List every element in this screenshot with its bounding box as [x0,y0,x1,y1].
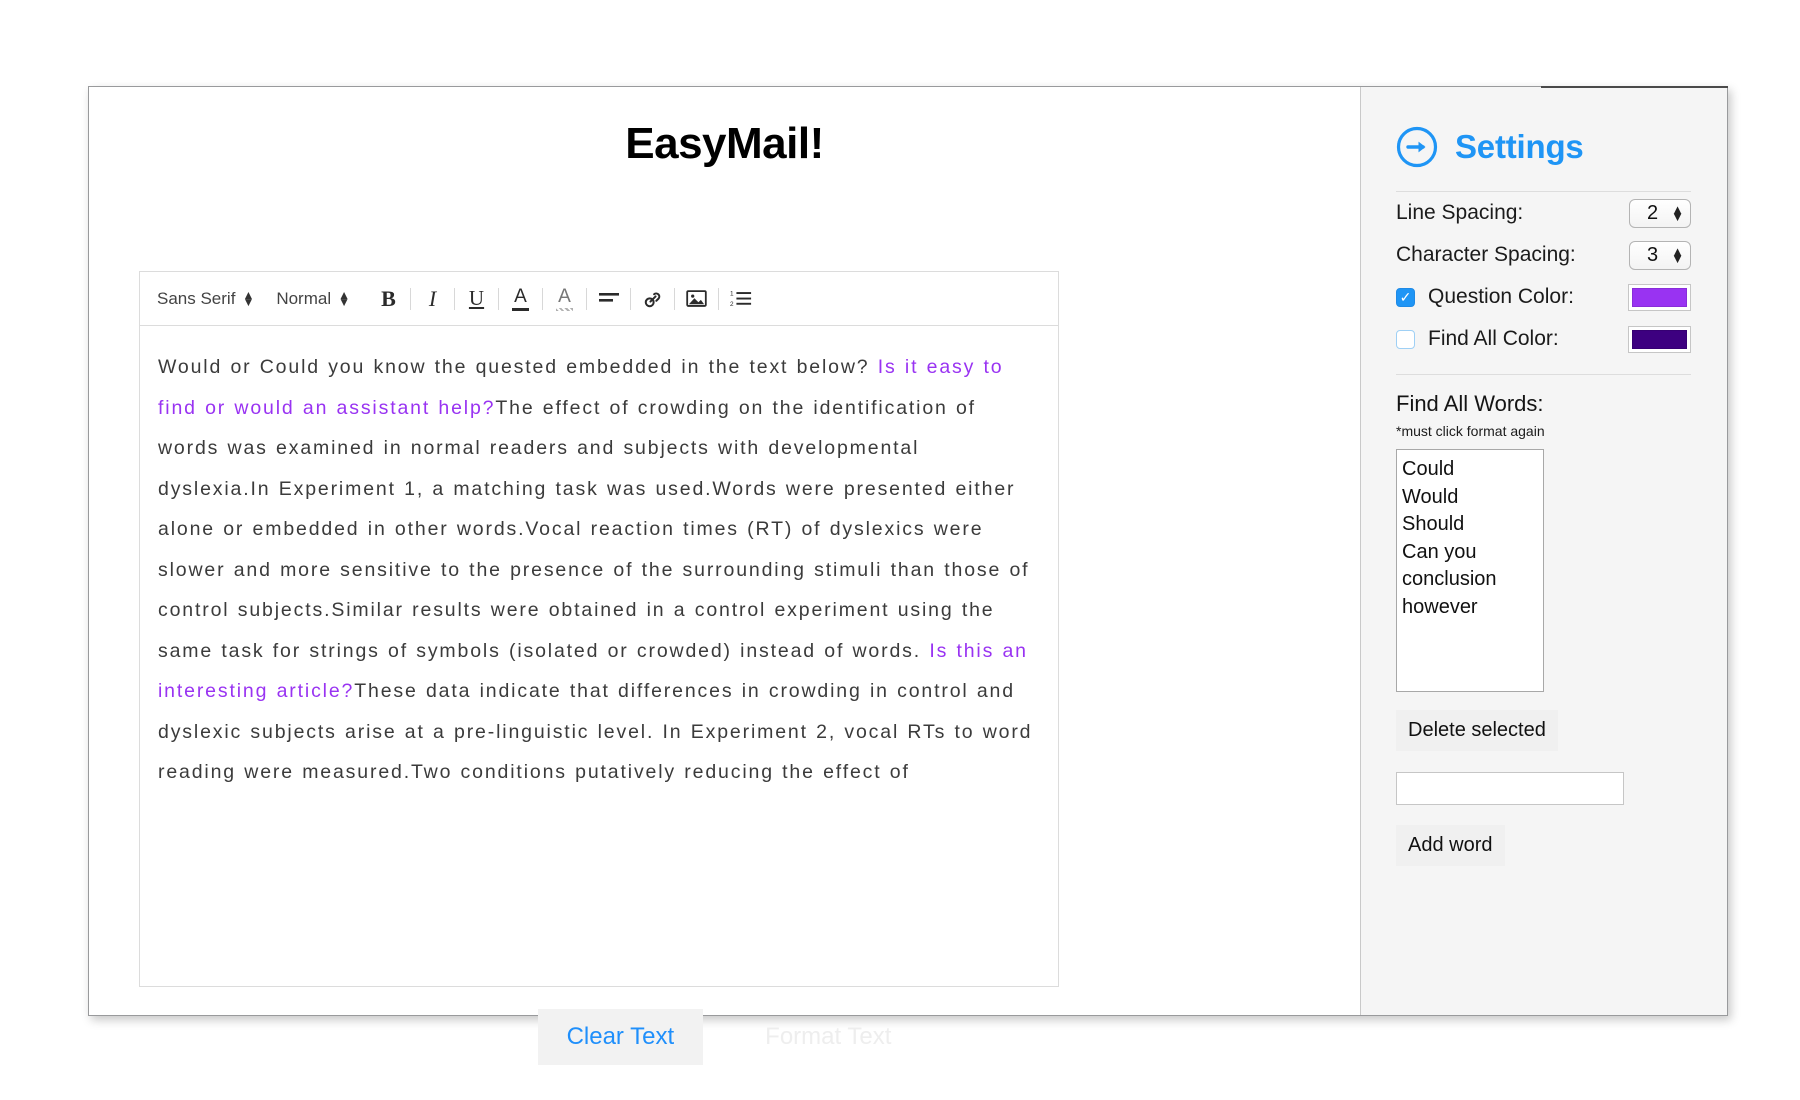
align-left-icon [598,292,619,302]
find-all-color-checkbox[interactable]: ✓ [1396,329,1415,349]
svg-text:2: 2 [730,301,734,308]
italic-button[interactable]: I [416,282,449,316]
character-spacing-row: Character Spacing: 3 ▲ ▼ [1361,234,1727,276]
page-title: EasyMail! [625,119,824,168]
toolbar-divider [542,287,544,310]
format-text-button[interactable]: Format Text [745,1009,911,1065]
find-all-words-label: Find All Words: [1396,391,1544,416]
line-spacing-label: Line Spacing: [1396,201,1524,224]
add-word-input[interactable] [1396,772,1624,805]
highlight-color-letter: A [558,285,571,307]
delete-selected-button[interactable]: Delete selected [1396,710,1558,751]
toolbar-divider [410,287,412,310]
font-size-value: Normal [276,288,332,308]
character-spacing-stepper[interactable]: 3 ▲ ▼ [1629,240,1691,270]
font-size-select[interactable]: Normal ▲ ▼ [276,289,350,309]
editor-body[interactable]: Would or Could you know the quested embe… [139,326,1059,987]
question-color-label: Question Color: [1428,285,1574,308]
chevron-updown-icon: ▲ ▼ [338,288,351,309]
highlight-color-bar [556,307,574,311]
editor-toolbar: Sans Serif ▲ ▼ Normal ▲ ▼ B I U A A 1 2 [139,271,1059,326]
settings-header: Settings [1361,87,1727,173]
chevron-updown-icon: ▲ ▼ [242,288,255,309]
highlight-color-icon: A [556,285,574,311]
find-all-color-swatch[interactable] [1628,325,1691,353]
settings-title: Settings [1455,127,1584,165]
find-all-words-listbox[interactable]: Could Would Should Can you conclusion however [1396,449,1544,692]
link-icon [644,291,660,307]
settings-panel: Settings Line Spacing: 2 ▲ ▼ Character Sp… [1360,86,1728,1015]
line-spacing-stepper[interactable]: 2 ▲ ▼ [1629,198,1691,228]
find-all-color-label: Find All Color: [1428,327,1559,350]
question-color-swatch[interactable] [1628,283,1691,311]
toolbar-divider [718,287,720,310]
toolbar-divider [498,287,500,310]
clear-text-button[interactable]: Clear Text [537,1009,704,1065]
font-family-value: Sans Serif [157,288,236,308]
character-spacing-value: 3 [1647,243,1659,266]
image-button[interactable] [680,282,713,316]
highlight-color-button[interactable]: A [548,282,581,316]
word-list-item[interactable]: Should [1400,511,1543,539]
word-list-item[interactable]: Could [1400,456,1543,484]
stepper-arrows-icon[interactable]: ▲ ▼ [1671,202,1684,223]
bold-button[interactable]: B [372,282,405,316]
toolbar-divider [454,287,456,310]
text-color-button[interactable]: A [504,282,537,316]
word-list-item[interactable]: however [1400,594,1543,622]
question-color-swatch-fill [1632,287,1687,307]
ordered-list-icon: 1 2 [730,291,751,308]
font-family-select[interactable]: Sans Serif ▲ ▼ [157,289,254,309]
toolbar-divider [586,287,588,310]
character-spacing-label: Character Spacing: [1396,243,1576,266]
find-all-note: *must click format again [1396,423,1545,439]
find-all-color-swatch-fill [1632,329,1687,349]
editor-actions: Clear Text Format Text [89,1009,1360,1065]
word-list-item[interactable]: conclusion [1400,566,1543,594]
word-list-item[interactable]: Would [1400,484,1543,512]
svg-text:1: 1 [730,291,734,298]
question-color-row: ✓ Question Color: [1361,276,1727,318]
add-word-button[interactable]: Add word [1396,825,1505,866]
text-color-icon: A [512,285,530,311]
text-color-bar [512,307,530,311]
find-all-color-row: ✓ Find All Color: [1361,318,1727,360]
link-button[interactable] [636,282,669,316]
question-color-checkbox[interactable]: ✓ [1396,287,1415,307]
document-text: Would or Could you know the quested embe… [158,347,1033,793]
editor-card: Sans Serif ▲ ▼ Normal ▲ ▼ B I U A A 1 2 … [139,271,1059,987]
image-icon [686,290,707,307]
paragraph-2-body: The effect of crowding on the identifica… [158,396,1030,662]
align-button[interactable] [592,282,625,316]
app-window: EasyMail! Sans Serif ▲ ▼ Normal ▲ ▼ B I … [88,86,1728,1065]
underline-button[interactable]: U [460,282,493,316]
word-list-item[interactable]: Can you [1400,539,1543,567]
paragraph-1-body: Would or Could you know the quested embe… [158,356,870,378]
text-color-letter: A [514,285,527,307]
ordered-list-button[interactable]: 1 2 [724,282,757,316]
stepper-arrows-icon[interactable]: ▲ ▼ [1671,244,1684,265]
line-spacing-row: Line Spacing: 2 ▲ ▼ [1361,192,1727,234]
toolbar-divider [630,287,632,310]
toolbar-divider [674,287,676,310]
editor-pane: EasyMail! Sans Serif ▲ ▼ Normal ▲ ▼ B I … [89,87,1360,1065]
line-spacing-value: 2 [1647,201,1659,224]
arrow-right-circle-icon[interactable] [1396,126,1438,168]
